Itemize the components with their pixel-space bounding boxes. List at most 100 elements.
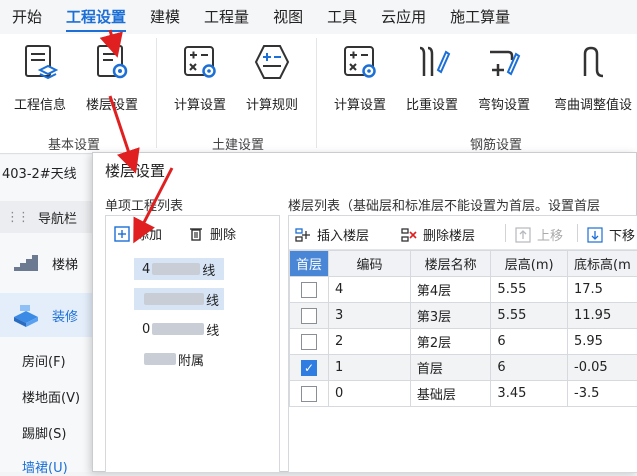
floor-height-cell[interactable]: 5.55 (491, 303, 568, 329)
nav-item-decoration[interactable]: 装修 (0, 293, 100, 337)
bottom-elevation-cell[interactable]: 17.5 (568, 277, 637, 303)
hook-settings-button[interactable]: 弯钩设置 (468, 42, 540, 118)
redacted-text (152, 323, 204, 335)
code-cell[interactable]: 4 (329, 277, 411, 303)
floor-height-cell[interactable]: 6 (491, 355, 568, 381)
project-item[interactable]: 4线 (134, 258, 224, 280)
menu-start[interactable]: 开始 (0, 0, 54, 34)
bend-adjust-button[interactable]: 弯曲调整值设 (548, 42, 637, 118)
density-settings-button[interactable]: 比重设置 (396, 42, 468, 118)
col-first-floor[interactable]: 首层 (290, 251, 329, 277)
delete-label: 删除 (210, 224, 236, 243)
col-bottom-elevation[interactable]: 底标高(m (568, 251, 637, 277)
calc-rules-label: 计算规则 (246, 94, 298, 113)
bend-adjust-icon (573, 42, 613, 82)
rebar-calc-settings-button[interactable]: 计算设置 (324, 42, 396, 118)
nav-item-stairs[interactable]: 楼梯 (0, 241, 100, 285)
project-item-prefix: 0 (142, 322, 150, 337)
first-floor-checkbox[interactable] (301, 308, 317, 324)
table-row[interactable]: 0 基础层 3.45 -3.5 (290, 381, 637, 407)
code-cell[interactable]: 2 (329, 329, 411, 355)
col-floor-height[interactable]: 层高(m) (491, 251, 568, 277)
project-item[interactable]: 附属 (134, 348, 224, 370)
table-header-row: 首层 编码 楼层名称 层高(m) 底标高(m (290, 251, 637, 277)
first-floor-checkbox[interactable] (301, 386, 317, 402)
sub-item-skirting[interactable]: 踢脚(S) (22, 423, 66, 442)
add-icon (114, 226, 130, 242)
project-title: 403-2#天线 (0, 163, 100, 182)
floor-name-cell[interactable]: 第4层 (410, 277, 491, 303)
calc-settings-button[interactable]: 计算设置 (164, 42, 236, 118)
floor-height-cell[interactable]: 5.55 (491, 277, 568, 303)
floor-height-cell[interactable]: 3.45 (491, 381, 568, 407)
bottom-elevation-cell[interactable]: 11.95 (568, 303, 637, 329)
menu-quantity[interactable]: 工程量 (192, 0, 261, 34)
move-down-button[interactable]: 下移 (587, 225, 635, 244)
first-floor-cell: ✓ (290, 355, 329, 381)
first-floor-cell (290, 329, 329, 355)
menu-modeling[interactable]: 建模 (138, 0, 192, 34)
grip-icon[interactable]: ⋮⋮ (6, 210, 28, 225)
sub-item-floor-surface[interactable]: 楼地面(V) (22, 387, 80, 406)
table-row[interactable]: ✓ 1 首层 6 -0.05 (290, 355, 637, 381)
redacted-text (144, 353, 176, 365)
first-floor-checkbox-checked[interactable]: ✓ (301, 360, 317, 376)
floor-name-cell[interactable]: 第2层 (410, 329, 491, 355)
calc-rules-icon (252, 42, 292, 82)
col-floor-name[interactable]: 楼层名称 (410, 251, 491, 277)
calc-settings-label: 计算设置 (174, 94, 226, 113)
code-cell[interactable]: 1 (329, 355, 411, 381)
project-list-label: 单项工程列表 (105, 195, 183, 214)
delete-floor-button[interactable]: 删除楼层 (401, 225, 475, 244)
menu-tools[interactable]: 工具 (315, 0, 369, 34)
table-row[interactable]: 2 第2层 6 5.95 (290, 329, 637, 355)
decoration-icon (12, 303, 40, 327)
menu-cloud[interactable]: 云应用 (369, 0, 438, 34)
project-item-suffix: 附属 (178, 350, 204, 369)
bottom-elevation-cell[interactable]: -0.05 (568, 355, 637, 381)
project-info-button[interactable]: 工程信息 (4, 42, 76, 118)
project-item[interactable]: 0线 (134, 318, 224, 340)
delete-floor-label: 删除楼层 (423, 225, 475, 244)
insert-floor-button[interactable]: 插入楼层 (295, 225, 369, 244)
first-floor-checkbox[interactable] (301, 334, 317, 350)
toolbar-separator (505, 224, 506, 242)
sub-item-room[interactable]: 房间(F) (22, 351, 66, 370)
bottom-elevation-cell[interactable]: -3.5 (568, 381, 637, 407)
project-info-label: 工程信息 (14, 94, 66, 113)
move-up-button[interactable]: 上移 (515, 225, 563, 244)
nav-header-label: 导航栏 (38, 208, 77, 227)
code-cell[interactable]: 0 (329, 381, 411, 407)
hook-settings-icon (484, 42, 524, 82)
add-button[interactable]: 添加 (114, 224, 162, 243)
col-code[interactable]: 编码 (329, 251, 411, 277)
insert-floor-label: 插入楼层 (317, 225, 369, 244)
floor-settings-label: 楼层设置 (86, 94, 138, 113)
trash-icon (188, 226, 204, 242)
menu-construction[interactable]: 施工算量 (438, 0, 522, 34)
first-floor-checkbox[interactable] (301, 282, 317, 298)
floor-settings-icon (92, 42, 132, 82)
menu-bar: 开始 工程设置 建模 工程量 视图 工具 云应用 施工算量 (0, 0, 637, 34)
delete-button[interactable]: 删除 (188, 224, 236, 243)
floor-settings-button[interactable]: 楼层设置 (76, 42, 148, 118)
nav-item-decoration-label: 装修 (52, 306, 78, 325)
floor-name-cell[interactable]: 第3层 (410, 303, 491, 329)
code-cell[interactable]: 3 (329, 303, 411, 329)
project-item[interactable]: 线 (134, 288, 224, 310)
hook-settings-label: 弯钩设置 (478, 94, 530, 113)
bottom-elevation-cell[interactable]: 5.95 (568, 329, 637, 355)
menu-project-settings[interactable]: 工程设置 (54, 0, 138, 34)
floor-height-cell[interactable]: 6 (491, 329, 568, 355)
table-row[interactable]: 4 第4层 5.55 17.5 (290, 277, 637, 303)
table-row[interactable]: 3 第3层 5.55 11.95 (290, 303, 637, 329)
calc-rules-button[interactable]: 计算规则 (236, 42, 308, 118)
density-settings-icon (412, 42, 452, 82)
menu-view[interactable]: 视图 (261, 0, 315, 34)
project-list: 添加 删除 4线 线 0线 附属 (105, 215, 280, 473)
floor-name-cell[interactable]: 首层 (410, 355, 491, 381)
floor-name-cell[interactable]: 基础层 (410, 381, 491, 407)
project-item-suffix: 线 (206, 290, 219, 309)
move-up-icon (515, 227, 531, 243)
sub-item-wainscot[interactable]: 墙裙(U) (22, 457, 68, 476)
